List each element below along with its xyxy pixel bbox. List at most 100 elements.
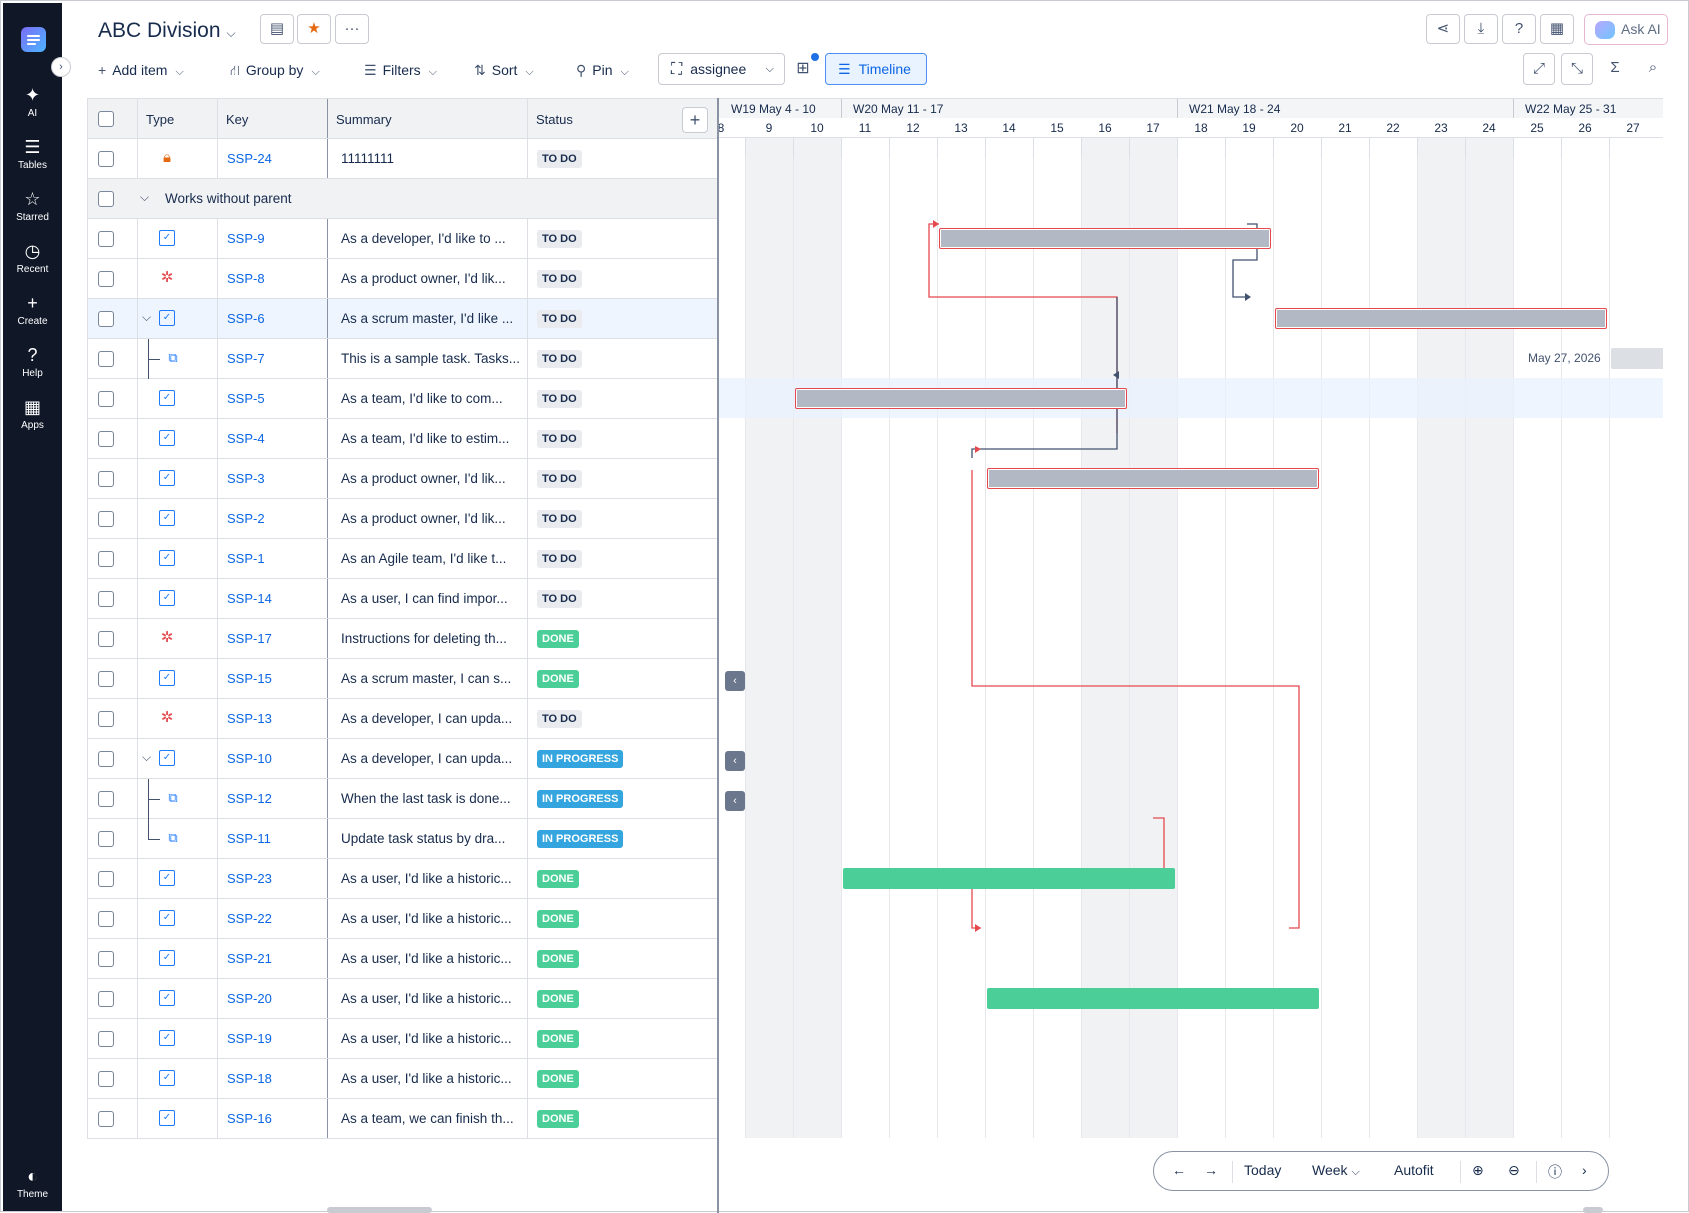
- issue-summary[interactable]: As a product owner, I'd lik...: [341, 471, 506, 486]
- issue-summary[interactable]: As a user, I'd like a historic...: [341, 871, 512, 886]
- issue-summary[interactable]: As a user, I'd like a historic...: [341, 951, 512, 966]
- status-badge[interactable]: TO DO: [537, 550, 582, 568]
- row-checkbox[interactable]: [98, 711, 114, 727]
- row-checkbox[interactable]: [98, 751, 114, 767]
- row-checkbox[interactable]: [98, 151, 114, 167]
- grid-scrollbar[interactable]: [327, 1207, 432, 1213]
- issue-key-link[interactable]: SSP-14: [227, 591, 272, 606]
- row-checkbox[interactable]: [98, 671, 114, 687]
- row-checkbox[interactable]: [98, 351, 114, 367]
- issue-summary[interactable]: As a product owner, I'd lik...: [341, 511, 506, 526]
- help-button[interactable]: ?: [1502, 14, 1536, 44]
- download-button[interactable]: ⤓: [1464, 14, 1498, 44]
- row-checkbox[interactable]: [98, 431, 114, 447]
- issue-summary[interactable]: As a team, we can finish th...: [341, 1111, 514, 1126]
- rail-help[interactable]: ? Help: [3, 345, 62, 379]
- ask-ai-button[interactable]: Ask AI: [1584, 14, 1668, 45]
- rail-apps[interactable]: ▦ Apps: [3, 397, 62, 431]
- row-checkbox[interactable]: [98, 471, 114, 487]
- table-row[interactable]: 🔒︎ SSP-24 11111111 TO DO: [87, 139, 717, 179]
- table-row[interactable]: ✓ SSP-19 As a user, I'd like a historic...…: [87, 1019, 717, 1059]
- status-badge[interactable]: TO DO: [537, 510, 582, 528]
- issue-key-link[interactable]: SSP-23: [227, 871, 272, 886]
- row-checkbox[interactable]: [98, 791, 114, 807]
- issue-summary[interactable]: Instructions for deleting th...: [341, 631, 507, 646]
- table-row[interactable]: ✓ SSP-20 As a user, I'd like a historic...…: [87, 979, 717, 1019]
- row-checkbox[interactable]: [98, 391, 114, 407]
- issue-key-link[interactable]: SSP-22: [227, 911, 272, 926]
- table-row[interactable]: ✓ SSP-9 As a developer, I'd like to ... TO …: [87, 219, 717, 259]
- today-button[interactable]: Today: [1244, 1162, 1281, 1178]
- row-checkbox[interactable]: [98, 511, 114, 527]
- status-badge[interactable]: TO DO: [537, 470, 582, 488]
- sort-button[interactable]: ⇅ Sort ⌵: [474, 58, 534, 82]
- issue-key-link[interactable]: SSP-2: [227, 511, 265, 526]
- table-row[interactable]: ✓ SSP-15 As a scrum master, I can s... DONE: [87, 659, 717, 699]
- issue-key-link[interactable]: SSP-11: [227, 831, 271, 846]
- status-badge[interactable]: TO DO: [537, 390, 582, 408]
- table-row[interactable]: ⌵ ✓ SSP-10 As a developer, I can upda... IN …: [87, 739, 717, 779]
- issue-summary[interactable]: As a developer, I can upda...: [341, 751, 512, 766]
- status-badge[interactable]: TO DO: [537, 150, 582, 168]
- collapse-button[interactable]: ⤡: [1561, 53, 1593, 85]
- table-row[interactable]: ✓ SSP-21 As a user, I'd like a historic...…: [87, 939, 717, 979]
- row-checkbox[interactable]: [98, 311, 114, 327]
- row-checkbox[interactable]: [98, 231, 114, 247]
- issue-key-link[interactable]: SSP-8: [227, 271, 265, 286]
- row-checkbox[interactable]: [98, 1071, 114, 1087]
- autofit-button[interactable]: Autofit: [1394, 1162, 1434, 1178]
- issue-key-link[interactable]: SSP-16: [227, 1111, 272, 1126]
- issue-summary[interactable]: As a user, I can find impor...: [341, 591, 508, 606]
- details-button[interactable]: ▤: [260, 14, 294, 44]
- issue-key-link[interactable]: SSP-10: [227, 751, 272, 766]
- row-checkbox[interactable]: [98, 631, 114, 647]
- issue-summary[interactable]: As an Agile team, I'd like t...: [341, 551, 506, 566]
- issue-key-link[interactable]: SSP-15: [227, 671, 272, 686]
- row-checkbox[interactable]: [98, 1031, 114, 1047]
- table-row[interactable]: ✓ SSP-2 As a product owner, I'd lik... TO D…: [87, 499, 717, 539]
- rail-create[interactable]: + Create: [3, 293, 62, 327]
- status-badge[interactable]: TO DO: [537, 310, 582, 328]
- status-badge[interactable]: TO DO: [537, 710, 582, 728]
- row-checkbox[interactable]: [98, 991, 114, 1007]
- timeline-scrollbar[interactable]: [1583, 1207, 1603, 1213]
- column-header-type[interactable]: Type: [146, 112, 174, 127]
- timeline-toggle[interactable]: ☰ Timeline: [825, 53, 927, 85]
- issue-key-link[interactable]: SSP-12: [227, 791, 272, 806]
- issue-summary[interactable]: This is a sample task. Tasks...: [341, 351, 520, 366]
- row-checkbox[interactable]: [98, 831, 114, 847]
- arrow-right-icon[interactable]: →: [1204, 1162, 1218, 1178]
- issue-summary[interactable]: 11111111: [341, 151, 394, 166]
- table-row[interactable]: ⧉ SSP-11 Update task status by dra... IN PR…: [87, 819, 717, 859]
- table-row[interactable]: ✓ SSP-3 As a product owner, I'd lik... TO D…: [87, 459, 717, 499]
- apps-button[interactable]: ▦: [1540, 14, 1574, 44]
- issue-summary[interactable]: As a developer, I can upda...: [341, 711, 512, 726]
- more-button[interactable]: ···: [335, 14, 369, 44]
- timeline-bar-ssp-6[interactable]: [1275, 308, 1607, 329]
- row-checkbox[interactable]: [98, 551, 114, 567]
- table-row[interactable]: ⧉ SSP-12 When the last task is done... IN P…: [87, 779, 717, 819]
- timeline-bar-ssp-3[interactable]: [987, 468, 1319, 489]
- chevron-down-icon[interactable]: ⌵: [142, 750, 151, 765]
- timeline-bar-ssp-20[interactable]: [987, 988, 1319, 1009]
- sum-button[interactable]: Σ: [1599, 53, 1631, 85]
- issue-summary[interactable]: When the last task is done...: [341, 791, 511, 806]
- status-badge[interactable]: DONE: [537, 950, 579, 968]
- scroll-to-bar-button[interactable]: ‹: [725, 791, 745, 811]
- issue-key-link[interactable]: SSP-5: [227, 391, 265, 406]
- column-header-status[interactable]: Status: [536, 112, 573, 127]
- rail-tables[interactable]: ☰ Tables: [3, 137, 62, 171]
- status-badge[interactable]: TO DO: [537, 430, 582, 448]
- row-checkbox[interactable]: [98, 591, 114, 607]
- status-badge[interactable]: TO DO: [537, 230, 582, 248]
- issue-summary[interactable]: As a user, I'd like a historic...: [341, 1031, 512, 1046]
- rail-theme[interactable]: ◐ Theme: [3, 1166, 62, 1200]
- issue-key-link[interactable]: SSP-3: [227, 471, 265, 486]
- zoom-in-icon[interactable]: ⊕: [1472, 1162, 1484, 1179]
- timeline-bar-ssp-5[interactable]: [795, 388, 1127, 409]
- table-row[interactable]: ✓ SSP-14 As a user, I can find impor... TO …: [87, 579, 717, 619]
- status-badge[interactable]: DONE: [537, 1030, 579, 1048]
- chevron-right-icon[interactable]: ›: [1582, 1162, 1587, 1178]
- timeline-bar-ssp-9[interactable]: [939, 228, 1271, 249]
- issue-summary[interactable]: Update task status by dra...: [341, 831, 505, 846]
